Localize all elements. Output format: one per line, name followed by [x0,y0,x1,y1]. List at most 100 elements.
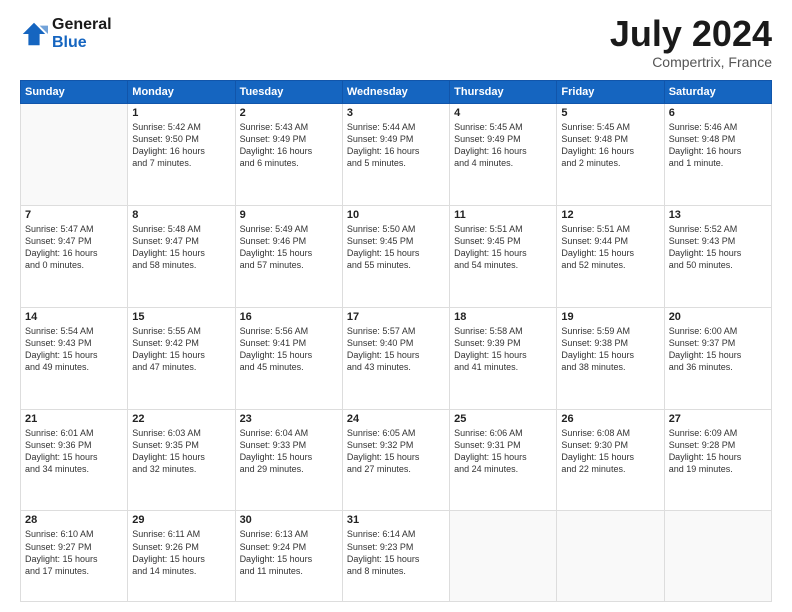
day-number: 1 [132,107,230,119]
day-number: 11 [454,209,552,221]
calendar-cell: 12Sunrise: 5:51 AM Sunset: 9:44 PM Dayli… [557,205,664,307]
day-info: Sunrise: 5:49 AM Sunset: 9:46 PM Dayligh… [240,223,338,272]
day-number: 13 [669,209,767,221]
day-number: 29 [132,514,230,526]
day-info: Sunrise: 5:45 AM Sunset: 9:48 PM Dayligh… [561,121,659,170]
week-row-1: 1 Sunrise: 5:42 AM Sunset: 9:50 PM Daylig… [21,104,772,206]
month-title: July 2024 [610,16,772,52]
calendar-cell: 26Sunrise: 6:08 AM Sunset: 9:30 PM Dayli… [557,409,664,511]
day-number: 23 [240,413,338,425]
day-header-friday: Friday [557,81,664,104]
day-number: 31 [347,514,445,526]
calendar-cell: 9 Sunrise: 5:49 AM Sunset: 9:46 PM Daylig… [235,205,342,307]
day-number: 19 [561,311,659,323]
calendar-cell [450,511,557,602]
day-info: Sunrise: 5:50 AM Sunset: 9:45 PM Dayligh… [347,223,445,272]
calendar-cell: 2 Sunrise: 5:43 AM Sunset: 9:49 PM Daylig… [235,104,342,206]
calendar-cell: 27 Sunrise: 6:09 AM Sunset: 9:28 PM Dayli… [664,409,771,511]
calendar-cell: 22 Sunrise: 6:03 AM Sunset: 9:35 PM Dayli… [128,409,235,511]
day-number: 24 [347,413,445,425]
day-number: 6 [669,107,767,119]
day-info: Sunrise: 5:42 AM Sunset: 9:50 PM Dayligh… [132,121,230,170]
day-number: 9 [240,209,338,221]
day-info: Sunrise: 5:55 AM Sunset: 9:42 PM Dayligh… [132,325,230,374]
day-header-sunday: Sunday [21,81,128,104]
day-number: 27 [669,413,767,425]
day-info: Sunrise: 6:08 AM Sunset: 9:30 PM Dayligh… [561,427,659,476]
calendar-cell: 18Sunrise: 5:58 AM Sunset: 9:39 PM Dayli… [450,307,557,409]
day-number: 18 [454,311,552,323]
day-number: 21 [25,413,123,425]
week-row-3: 14 Sunrise: 5:54 AM Sunset: 9:43 PM Dayli… [21,307,772,409]
calendar-cell: 4Sunrise: 5:45 AM Sunset: 9:49 PM Daylig… [450,104,557,206]
calendar-cell: 17Sunrise: 5:57 AM Sunset: 9:40 PM Dayli… [342,307,449,409]
day-number: 20 [669,311,767,323]
title-block: July 2024 Compertrix, France [610,16,772,70]
day-info: Sunrise: 6:06 AM Sunset: 9:31 PM Dayligh… [454,427,552,476]
week-row-2: 7Sunrise: 5:47 AM Sunset: 9:47 PM Daylig… [21,205,772,307]
day-info: Sunrise: 5:46 AM Sunset: 9:48 PM Dayligh… [669,121,767,170]
calendar-cell: 20 Sunrise: 6:00 AM Sunset: 9:37 PM Dayli… [664,307,771,409]
day-number: 4 [454,107,552,119]
calendar-header-row: SundayMondayTuesdayWednesdayThursdayFrid… [21,81,772,104]
day-info: Sunrise: 5:56 AM Sunset: 9:41 PM Dayligh… [240,325,338,374]
day-info: Sunrise: 5:54 AM Sunset: 9:43 PM Dayligh… [25,325,123,374]
calendar-cell: 29 Sunrise: 6:11 AM Sunset: 9:26 PM Dayli… [128,511,235,602]
calendar-cell: 14 Sunrise: 5:54 AM Sunset: 9:43 PM Dayli… [21,307,128,409]
calendar-cell: 13 Sunrise: 5:52 AM Sunset: 9:43 PM Dayli… [664,205,771,307]
day-number: 3 [347,107,445,119]
calendar-cell: 23Sunrise: 6:04 AM Sunset: 9:33 PM Dayli… [235,409,342,511]
day-info: Sunrise: 6:11 AM Sunset: 9:26 PM Dayligh… [132,528,230,577]
page: General Blue July 2024 Compertrix, Franc… [0,0,792,612]
location: Compertrix, France [610,54,772,70]
logo-icon [20,20,48,48]
day-number: 30 [240,514,338,526]
day-number: 7 [25,209,123,221]
day-info: Sunrise: 5:43 AM Sunset: 9:49 PM Dayligh… [240,121,338,170]
calendar-cell: 28 Sunrise: 6:10 AM Sunset: 9:27 PM Dayli… [21,511,128,602]
calendar-cell: 7Sunrise: 5:47 AM Sunset: 9:47 PM Daylig… [21,205,128,307]
calendar-cell: 1 Sunrise: 5:42 AM Sunset: 9:50 PM Daylig… [128,104,235,206]
day-number: 14 [25,311,123,323]
calendar-cell: 16Sunrise: 5:56 AM Sunset: 9:41 PM Dayli… [235,307,342,409]
day-header-wednesday: Wednesday [342,81,449,104]
calendar-cell: 15Sunrise: 5:55 AM Sunset: 9:42 PM Dayli… [128,307,235,409]
day-info: Sunrise: 5:52 AM Sunset: 9:43 PM Dayligh… [669,223,767,272]
day-info: Sunrise: 6:01 AM Sunset: 9:36 PM Dayligh… [25,427,123,476]
day-header-monday: Monday [128,81,235,104]
day-number: 28 [25,514,123,526]
day-info: Sunrise: 6:00 AM Sunset: 9:37 PM Dayligh… [669,325,767,374]
calendar-table: SundayMondayTuesdayWednesdayThursdayFrid… [20,80,772,602]
day-header-thursday: Thursday [450,81,557,104]
calendar-cell: 6 Sunrise: 5:46 AM Sunset: 9:48 PM Daylig… [664,104,771,206]
day-info: Sunrise: 6:14 AM Sunset: 9:23 PM Dayligh… [347,528,445,577]
logo: General Blue [20,16,112,51]
day-header-tuesday: Tuesday [235,81,342,104]
day-number: 22 [132,413,230,425]
calendar-cell: 24 Sunrise: 6:05 AM Sunset: 9:32 PM Dayli… [342,409,449,511]
calendar-cell: 19 Sunrise: 5:59 AM Sunset: 9:38 PM Dayli… [557,307,664,409]
day-info: Sunrise: 6:03 AM Sunset: 9:35 PM Dayligh… [132,427,230,476]
day-info: Sunrise: 5:48 AM Sunset: 9:47 PM Dayligh… [132,223,230,272]
day-number: 10 [347,209,445,221]
day-info: Sunrise: 5:59 AM Sunset: 9:38 PM Dayligh… [561,325,659,374]
calendar-cell [664,511,771,602]
day-info: Sunrise: 6:13 AM Sunset: 9:24 PM Dayligh… [240,528,338,577]
calendar-cell: 11Sunrise: 5:51 AM Sunset: 9:45 PM Dayli… [450,205,557,307]
day-number: 12 [561,209,659,221]
logo-blue: Blue [52,34,112,52]
calendar-cell: 10 Sunrise: 5:50 AM Sunset: 9:45 PM Dayli… [342,205,449,307]
week-row-5: 28 Sunrise: 6:10 AM Sunset: 9:27 PM Dayli… [21,511,772,602]
day-number: 25 [454,413,552,425]
day-info: Sunrise: 5:44 AM Sunset: 9:49 PM Dayligh… [347,121,445,170]
calendar-cell: 25 Sunrise: 6:06 AM Sunset: 9:31 PM Dayli… [450,409,557,511]
calendar-cell: 3 Sunrise: 5:44 AM Sunset: 9:49 PM Daylig… [342,104,449,206]
calendar-cell: 30 Sunrise: 6:13 AM Sunset: 9:24 PM Dayli… [235,511,342,602]
day-info: Sunrise: 6:09 AM Sunset: 9:28 PM Dayligh… [669,427,767,476]
calendar-cell: 31 Sunrise: 6:14 AM Sunset: 9:23 PM Dayli… [342,511,449,602]
day-info: Sunrise: 6:05 AM Sunset: 9:32 PM Dayligh… [347,427,445,476]
day-info: Sunrise: 6:10 AM Sunset: 9:27 PM Dayligh… [25,528,123,577]
calendar-cell: 21 Sunrise: 6:01 AM Sunset: 9:36 PM Dayli… [21,409,128,511]
header: General Blue July 2024 Compertrix, Franc… [20,16,772,70]
day-number: 2 [240,107,338,119]
